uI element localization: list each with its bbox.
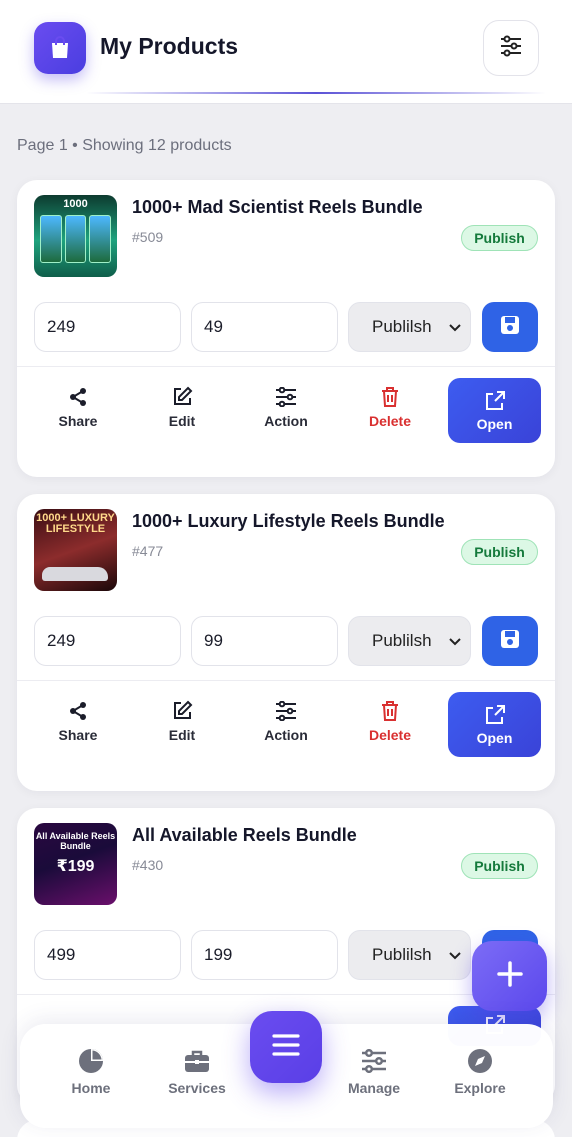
nav-manage-label: Manage [347,1080,401,1096]
edit-icon [171,385,193,409]
sliders-icon [360,1047,388,1075]
save-button[interactable] [482,302,538,352]
nav-item-explore[interactable]: Explore [435,1047,525,1097]
delete-button[interactable]: Delete [355,385,425,435]
nav-explore-label: Explore [454,1080,506,1096]
header-divider [86,92,546,94]
share-label: Share [58,413,98,429]
product-thumbnail[interactable]: 1000 [34,195,117,277]
sale-price-input[interactable]: 49 [191,302,338,352]
share-icon [68,385,88,409]
app-header: My Products [0,0,572,104]
edit-icon [171,699,193,723]
status-select[interactable]: Publilsh [348,302,471,352]
trash-icon [380,385,400,409]
status-select-value: Publilsh [372,631,432,650]
sale-price-input[interactable]: 99 [191,616,338,666]
status-badge: Publish [461,225,538,251]
status-select[interactable]: Publilsh [348,616,471,666]
sale-price-input[interactable]: 199 [191,930,338,980]
page-title: My Products [100,33,239,59]
external-link-icon [484,389,506,413]
compass-icon [466,1047,494,1075]
action-label: Action [264,727,308,743]
delete-label: Delete [368,727,412,743]
share-button[interactable]: Share [43,699,113,749]
pie-chart-icon [77,1047,105,1075]
chevron-down-icon [448,634,462,654]
share-icon [68,699,88,723]
status-badge: Publish [461,539,538,565]
filter-button[interactable] [483,20,539,76]
product-title[interactable]: 1000+ Mad Scientist Reels Bundle [132,197,423,218]
edit-label: Edit [168,413,196,429]
share-label: Share [58,727,98,743]
product-card: 1000+ LUXURY LIFESTYLE 1000+ Luxury Life… [17,494,555,791]
share-button[interactable]: Share [43,385,113,435]
trash-icon [380,699,400,723]
floppy-disk-icon [499,628,521,655]
menu-icon [271,1033,301,1062]
card-divider [17,680,555,681]
nav-home-label: Home [71,1080,111,1096]
price-input[interactable]: 249 [34,616,181,666]
external-link-icon [484,703,506,727]
briefcase-icon [183,1047,211,1075]
open-button[interactable]: Open [448,692,541,757]
chevron-down-icon [448,948,462,968]
floppy-disk-icon [499,314,521,341]
product-card: 1000 1000+ Mad Scientist Reels Bundle #5… [17,180,555,477]
status-select[interactable]: Publilsh [348,930,471,980]
menu-button[interactable] [250,1011,322,1083]
product-id: #477 [132,543,164,559]
plus-icon [496,960,524,993]
price-input[interactable]: 499 [34,930,181,980]
open-label: Open [476,730,513,746]
open-label: Open [476,416,513,432]
nav-services-label: Services [168,1080,226,1096]
status-badge: Publish [461,853,538,879]
nav-item-home[interactable]: Home [46,1047,136,1097]
save-button[interactable] [482,616,538,666]
edit-label: Edit [168,727,196,743]
product-id: #430 [132,857,164,873]
product-title[interactable]: All Available Reels Bundle [132,825,357,846]
sliders-icon [499,35,523,62]
action-button[interactable]: Action [251,699,321,749]
add-product-button[interactable] [472,941,547,1011]
product-title[interactable]: 1000+ Luxury Lifestyle Reels Bundle [132,511,445,532]
chevron-down-icon [448,320,462,340]
edit-button[interactable]: Edit [147,699,217,749]
delete-label: Delete [368,413,412,429]
product-thumbnail[interactable]: All Available Reels Bundle ₹199 [34,823,117,905]
delete-button[interactable]: Delete [355,699,425,749]
product-id: #509 [132,229,164,245]
action-label: Action [264,413,308,429]
sliders-icon [275,385,297,409]
page-info: Page 1 • Showing 12 products [17,137,232,154]
product-thumbnail[interactable]: 1000+ LUXURY LIFESTYLE [34,509,117,591]
sliders-icon [275,699,297,723]
card-divider [17,366,555,367]
nav-item-manage[interactable]: Manage [329,1047,419,1097]
status-select-value: Publilsh [372,945,432,964]
nav-item-services[interactable]: Services [152,1047,242,1097]
open-button[interactable]: Open [448,378,541,443]
action-button[interactable]: Action [251,385,321,435]
price-input[interactable]: 249 [34,302,181,352]
edit-button[interactable]: Edit [147,385,217,435]
shopping-bag-icon [34,22,86,74]
status-select-value: Publilsh [372,317,432,336]
